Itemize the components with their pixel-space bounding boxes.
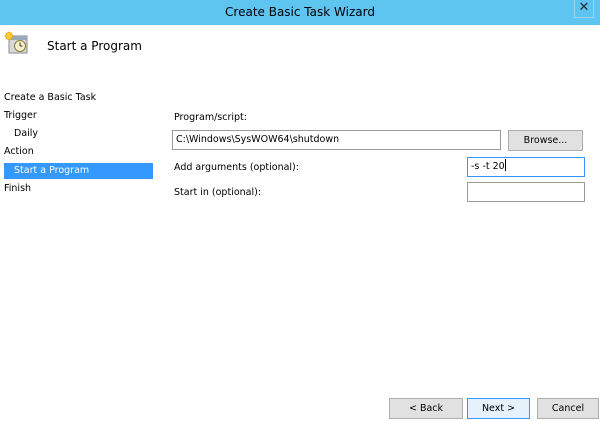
close-icon: ✕	[578, 0, 590, 15]
nav-step-trigger: Trigger	[4, 110, 37, 121]
wizard-header: Start a Program	[0, 25, 600, 85]
program-script-input[interactable]: C:\Windows\SysWOW64\shutdown	[172, 130, 501, 150]
task-scheduler-clock-icon	[4, 31, 28, 54]
nav-step-daily: Daily	[14, 128, 39, 139]
next-button[interactable]: Next >	[467, 398, 530, 419]
title-bar[interactable]: Create Basic Task Wizard ✕	[0, 0, 600, 25]
wizard-window: Create Basic Task Wizard ✕ Start a Progr…	[0, 0, 600, 421]
add-arguments-value: -s -t 20	[471, 161, 505, 172]
add-arguments-input[interactable]: -s -t 20	[467, 157, 585, 177]
add-arguments-label: Add arguments (optional):	[174, 162, 299, 173]
start-in-label: Start in (optional):	[174, 187, 262, 198]
start-in-input[interactable]	[467, 182, 585, 202]
browse-button[interactable]: Browse...	[508, 130, 583, 151]
nav-step-action: Action	[4, 146, 34, 157]
nav-step-finish: Finish	[4, 183, 32, 194]
back-button[interactable]: < Back	[389, 398, 463, 419]
nav-step-create-basic-task: Create a Basic Task	[4, 92, 97, 103]
cancel-button[interactable]: Cancel	[537, 398, 599, 419]
program-script-label: Program/script:	[174, 112, 247, 123]
window-title: Create Basic Task Wizard	[225, 5, 375, 19]
text-caret	[504, 159, 506, 171]
close-button[interactable]: ✕	[574, 0, 594, 18]
page-title: Start a Program	[47, 39, 142, 53]
nav-step-start-a-program: Start a Program	[4, 163, 153, 179]
